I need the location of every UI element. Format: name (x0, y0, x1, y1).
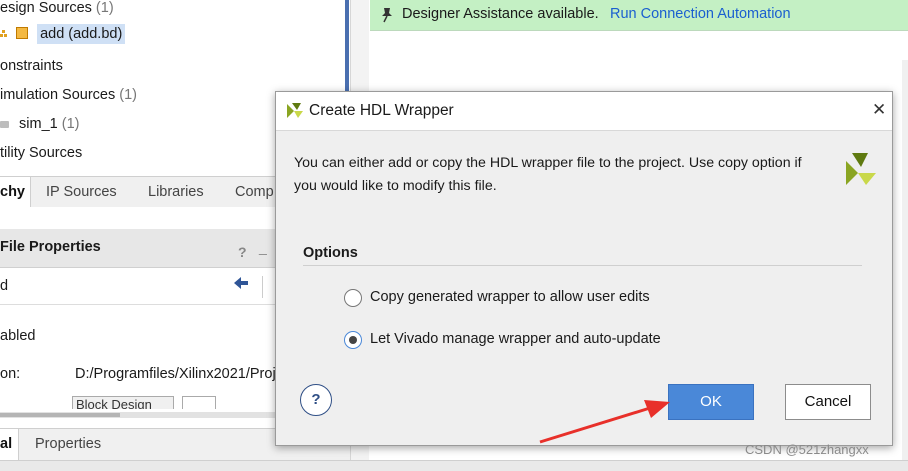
option-label: Copy generated wrapper to allow user edi… (370, 289, 650, 305)
option-copy-wrapper[interactable]: Copy generated wrapper to allow user edi… (344, 288, 664, 308)
tree-item-constraints[interactable]: onstraints (0, 58, 63, 74)
vivado-large-logo-icon (842, 151, 882, 194)
option-label: Let Vivado manage wrapper and auto-updat… (370, 331, 661, 347)
help-button[interactable]: ? (300, 384, 332, 416)
file-name-value: d (0, 278, 9, 294)
block-design-icon (16, 27, 29, 39)
back-arrow-icon[interactable] (233, 276, 249, 293)
ok-button[interactable]: OK (668, 384, 754, 420)
dialog-title: Create HDL Wrapper (309, 102, 454, 119)
option-vivado-manage[interactable]: Let Vivado manage wrapper and auto-updat… (344, 330, 664, 350)
location-value: D:/Programfiles/Xilinx2021/Proj (75, 366, 275, 382)
description-line-2: you would like to modify this file. (294, 178, 497, 194)
tab-hierarchy[interactable]: chy (0, 177, 31, 207)
tab-libraries[interactable]: Libraries (148, 177, 204, 207)
tree-item-count: (1) (95, 0, 114, 16)
tree-item-add-bd[interactable]: add (add.bd) (0, 24, 126, 50)
tab-general[interactable]: al (0, 429, 19, 461)
tree-item-label: onstraints (0, 58, 63, 74)
run-connection-automation-link[interactable]: Run Connection Automation (610, 6, 791, 22)
file-properties-title: File Properties (0, 239, 101, 255)
description-line-1: You can either add or copy the HDL wrapp… (294, 155, 802, 171)
banner-divider (370, 30, 908, 31)
tree-item-label: esign Sources (0, 0, 92, 16)
tree-item-sim-1[interactable]: sim_1 (1) (0, 116, 79, 132)
dialog-title-bar[interactable]: Create HDL Wrapper ✕ (276, 92, 892, 131)
radio-copy-wrapper[interactable] (344, 289, 362, 307)
tree-item-label: add (add.bd) (37, 24, 126, 44)
tree-item-label: sim_1 (19, 116, 58, 132)
help-icon[interactable]: ? (238, 244, 247, 260)
dialog-description: You can either add or copy the HDL wrapp… (294, 152, 802, 198)
annotation-arrow (539, 400, 670, 444)
status-bar (0, 460, 908, 471)
tree-item-utility-sources[interactable]: tility Sources (0, 145, 82, 161)
options-heading: Options (303, 245, 358, 261)
location-label: on: (0, 366, 21, 382)
hierarchy-icon (0, 27, 10, 37)
tree-item-label: imulation Sources (0, 87, 116, 103)
toolbar-divider (262, 276, 263, 298)
folder-icon (0, 121, 9, 128)
minimize-icon[interactable]: _ (259, 239, 267, 255)
options-divider (303, 265, 862, 266)
designer-assistance-banner: Designer Assistance available. Run Conne… (370, 0, 908, 30)
tree-item-simulation-sources[interactable]: imulation Sources (1) (0, 87, 137, 103)
watermark: CSDN @521zhangxx (745, 442, 869, 457)
tree-item-count: (1) (61, 116, 80, 132)
pin-icon (380, 7, 394, 26)
tab-properties[interactable]: Properties (35, 429, 101, 459)
tree-item-count: (1) (119, 87, 138, 103)
vivado-logo-icon (285, 101, 305, 124)
banner-text: Designer Assistance available. (402, 6, 599, 22)
right-scrollbar[interactable] (902, 60, 908, 470)
cancel-button[interactable]: Cancel (785, 384, 871, 420)
tab-ip-sources[interactable]: IP Sources (46, 177, 117, 207)
enabled-label: abled (0, 328, 36, 344)
radio-vivado-manage[interactable] (344, 331, 362, 349)
tab-compile-order[interactable]: Comp (235, 177, 274, 207)
close-icon[interactable]: ✕ (872, 100, 886, 120)
tree-item-design-sources[interactable]: esign Sources (1) (0, 0, 114, 16)
tree-item-label: tility Sources (0, 145, 83, 161)
